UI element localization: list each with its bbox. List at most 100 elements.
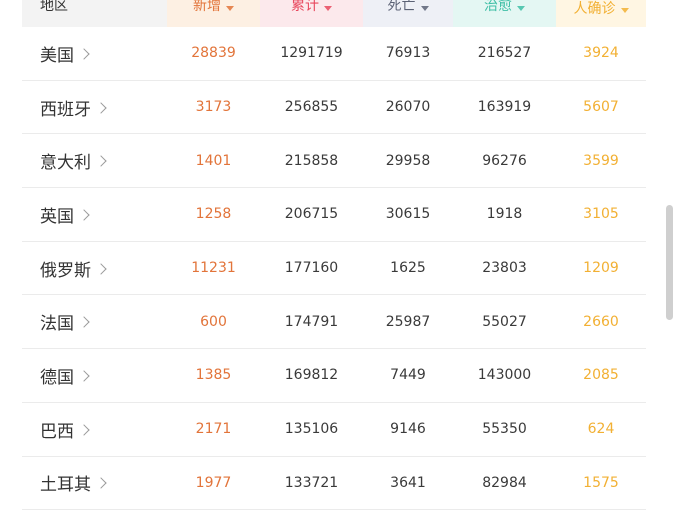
epidemic-table: 地区 新增 累计 死亡 治愈 人确诊 美国2883912917197691321… <box>22 0 646 510</box>
table-row[interactable]: 德国 138516981274491430002085 <box>22 349 646 403</box>
row-region[interactable]: 俄罗斯 <box>22 256 167 281</box>
cell-cured: 96276 <box>453 153 556 169</box>
header-import[interactable]: 人确诊 <box>556 0 646 27</box>
cell-cured: 216527 <box>453 45 556 61</box>
row-region[interactable]: 德国 <box>22 363 167 388</box>
region-name: 法国 <box>40 309 74 334</box>
cell-import: 3924 <box>556 45 646 61</box>
region-name: 美国 <box>40 41 74 66</box>
chevron-right-icon <box>78 424 89 435</box>
sort-down-icon <box>517 6 525 11</box>
table-row[interactable]: 西班牙3173256855260701639195607 <box>22 81 646 135</box>
sort-down-icon <box>226 6 234 11</box>
cell-total: 174791 <box>260 314 363 330</box>
cell-import: 1575 <box>556 475 646 491</box>
chevron-right-icon <box>78 317 89 328</box>
sort-down-icon <box>621 8 629 13</box>
cell-total: 169812 <box>260 367 363 383</box>
chevron-right-icon <box>95 156 106 167</box>
cell-import: 2660 <box>556 314 646 330</box>
cell-death: 30615 <box>363 206 453 222</box>
header-new-label: 新增 <box>193 0 221 15</box>
cell-total: 1291719 <box>260 45 363 61</box>
row-region[interactable]: 意大利 <box>22 148 167 173</box>
cell-total: 206715 <box>260 206 363 222</box>
header-new[interactable]: 新增 <box>167 0 260 27</box>
cell-death: 25987 <box>363 314 453 330</box>
cell-new: 3173 <box>167 99 260 115</box>
region-name: 俄罗斯 <box>40 256 91 281</box>
header-cured[interactable]: 治愈 <box>453 0 556 27</box>
cell-cured: 23803 <box>453 260 556 276</box>
cell-death: 1625 <box>363 260 453 276</box>
region-name: 土耳其 <box>40 470 91 495</box>
row-region[interactable]: 巴西 <box>22 417 167 442</box>
cell-new: 28839 <box>167 45 260 61</box>
header-region: 地区 <box>22 0 167 27</box>
cell-new: 1385 <box>167 367 260 383</box>
header-total[interactable]: 累计 <box>260 0 363 27</box>
cell-import: 5607 <box>556 99 646 115</box>
region-name: 意大利 <box>40 148 91 173</box>
cell-cured: 55027 <box>453 314 556 330</box>
chevron-right-icon <box>78 209 89 220</box>
cell-new: 1401 <box>167 153 260 169</box>
cell-cured: 1918 <box>453 206 556 222</box>
cell-total: 135106 <box>260 421 363 437</box>
region-name: 英国 <box>40 202 74 227</box>
region-name: 德国 <box>40 363 74 388</box>
cell-new: 600 <box>167 314 260 330</box>
chevron-right-icon <box>95 263 106 274</box>
cell-new: 1258 <box>167 206 260 222</box>
header-cured-label: 治愈 <box>484 0 512 15</box>
header-region-label: 地区 <box>40 0 68 15</box>
sort-down-icon <box>421 6 429 11</box>
row-region[interactable]: 美国 <box>22 41 167 66</box>
scrollbar[interactable] <box>666 205 673 320</box>
cell-death: 29958 <box>363 153 453 169</box>
cell-cured: 143000 <box>453 367 556 383</box>
row-region[interactable]: 西班牙 <box>22 95 167 120</box>
cell-death: 9146 <box>363 421 453 437</box>
row-region[interactable]: 英国 <box>22 202 167 227</box>
cell-import: 2085 <box>556 367 646 383</box>
chevron-right-icon <box>95 478 106 489</box>
cell-new: 2171 <box>167 421 260 437</box>
table-row[interactable]: 意大利 140121585829958962763599 <box>22 134 646 188</box>
cell-total: 177160 <box>260 260 363 276</box>
cell-import: 1209 <box>556 260 646 276</box>
table-row[interactable]: 巴西 2171135106914655350624 <box>22 403 646 457</box>
table-row[interactable]: 美国 288391291719769132165273924 <box>22 27 646 81</box>
cell-cured: 82984 <box>453 475 556 491</box>
cell-import: 3105 <box>556 206 646 222</box>
table-body: 美国 288391291719769132165273924 西班牙31732568… <box>22 27 646 510</box>
table-header: 地区 新增 累计 死亡 治愈 人确诊 <box>22 0 646 27</box>
cell-total: 215858 <box>260 153 363 169</box>
cell-death: 7449 <box>363 367 453 383</box>
table-row[interactable]: 俄罗斯 112311771601625238031209 <box>22 242 646 296</box>
sort-down-icon <box>324 6 332 11</box>
header-death[interactable]: 死亡 <box>363 0 453 27</box>
cell-new: 11231 <box>167 260 260 276</box>
row-region[interactable]: 法国 <box>22 309 167 334</box>
cell-cured: 163919 <box>453 99 556 115</box>
chevron-right-icon <box>78 370 89 381</box>
cell-cured: 55350 <box>453 421 556 437</box>
cell-death: 26070 <box>363 99 453 115</box>
cell-import: 624 <box>556 421 646 437</box>
header-import-label: 人确诊 <box>574 1 616 17</box>
region-name: 巴西 <box>40 417 74 442</box>
cell-new: 1977 <box>167 475 260 491</box>
header-total-label: 累计 <box>291 0 319 15</box>
table-row[interactable]: 英国 12582067153061519183105 <box>22 188 646 242</box>
cell-total: 256855 <box>260 99 363 115</box>
table-row[interactable]: 土耳其19771337213641829841575 <box>22 457 646 510</box>
header-death-label: 死亡 <box>388 0 416 15</box>
cell-total: 133721 <box>260 475 363 491</box>
cell-death: 76913 <box>363 45 453 61</box>
cell-import: 3599 <box>556 153 646 169</box>
chevron-right-icon <box>95 102 106 113</box>
chevron-right-icon <box>78 48 89 59</box>
row-region[interactable]: 土耳其 <box>22 470 167 495</box>
table-row[interactable]: 法国 60017479125987550272660 <box>22 295 646 349</box>
